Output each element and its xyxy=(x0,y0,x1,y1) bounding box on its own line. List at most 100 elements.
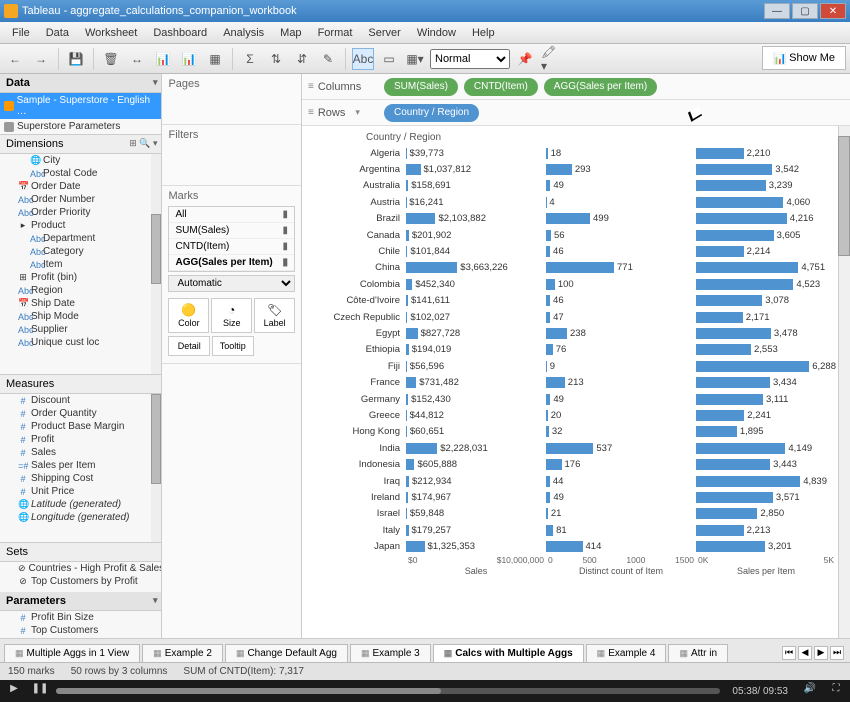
sheet-tab[interactable]: ▦Example 2 xyxy=(142,644,223,662)
table-row[interactable]: Chile$101,844462,214 xyxy=(306,243,836,259)
menu-server[interactable]: Server xyxy=(360,27,408,39)
table-row[interactable]: Iraq$212,934444,839 xyxy=(306,473,836,489)
measure-item[interactable]: #Profit xyxy=(0,433,161,446)
dimension-item[interactable]: AbcOrder Number xyxy=(0,193,161,206)
volume-button[interactable]: 🔊 xyxy=(800,683,820,699)
menu-dashboard[interactable]: Dashboard xyxy=(145,27,215,39)
tab-nav-button[interactable]: ⏮ xyxy=(782,646,796,660)
table-row[interactable]: Indonesia$605,8881763,443 xyxy=(306,456,836,472)
sort-button[interactable]: ⇅ xyxy=(265,48,287,70)
dimension-item[interactable]: AbcOrder Priority xyxy=(0,206,161,219)
back-button[interactable]: ← xyxy=(4,48,26,70)
tooltip-button[interactable]: Tooltip xyxy=(212,336,254,356)
table-row[interactable]: China$3,663,2267714,751 xyxy=(306,260,836,276)
sheet-tab[interactable]: ▦Multiple Aggs in 1 View xyxy=(4,644,140,662)
pause-button[interactable]: ❚❚ xyxy=(30,683,50,699)
undo-button[interactable]: 🗑 xyxy=(100,48,122,70)
label-toggle-button[interactable]: Abc xyxy=(352,48,374,70)
measure-item[interactable]: #Order Quantity xyxy=(0,407,161,420)
highlight-button[interactable]: ✎ xyxy=(317,48,339,70)
param-item[interactable]: #Top Customers xyxy=(0,624,161,637)
show-me-button[interactable]: Show Me xyxy=(762,46,846,70)
menu-format[interactable]: Format xyxy=(310,27,361,39)
set-item[interactable]: ⊘Top Customers by Profit xyxy=(0,575,161,588)
column-pill[interactable]: AGG(Sales per Item) xyxy=(544,78,657,96)
video-track[interactable] xyxy=(56,688,720,694)
mark-type-select[interactable]: Automatic xyxy=(168,275,295,292)
presentation-button[interactable]: ▭ xyxy=(378,48,400,70)
pin-button[interactable]: 📌 xyxy=(514,48,536,70)
table-row[interactable]: Ethiopia$194,019762,553 xyxy=(306,342,836,358)
table-row[interactable]: Canada$201,902563,605 xyxy=(306,227,836,243)
label-button[interactable]: 🏷Label xyxy=(254,298,295,333)
dimension-item[interactable]: ⊞Profit (bin) xyxy=(0,271,161,284)
table-row[interactable]: Argentina$1,037,8122933,542 xyxy=(306,161,836,177)
dimension-item[interactable]: 📅Order Date xyxy=(0,180,161,193)
tab-nav-button[interactable]: ▶ xyxy=(814,646,828,660)
menu-help[interactable]: Help xyxy=(464,27,503,39)
sheet-tab[interactable]: ▦Example 3 xyxy=(350,644,431,662)
table-row[interactable]: Brazil$2,103,8824994,216 xyxy=(306,211,836,227)
datasource-active[interactable]: Sample - Superstore - English … xyxy=(0,93,161,119)
dimension-item[interactable]: AbcCategory xyxy=(0,245,161,258)
dimension-item[interactable]: AbcPostal Code xyxy=(0,167,161,180)
detail-button[interactable]: Detail xyxy=(168,336,210,356)
rows-shelf[interactable]: ≡Rows▾ Country / Region xyxy=(302,100,850,126)
table-row[interactable]: Fiji$56,59696,288 xyxy=(306,358,836,374)
dimension-item[interactable]: AbcShip Mode xyxy=(0,310,161,323)
column-pill[interactable]: CNTD(Item) xyxy=(464,78,538,96)
table-row[interactable]: Greece$44,812202,241 xyxy=(306,407,836,423)
columns-shelf[interactable]: ≡Columns SUM(Sales) CNTD(Item) AGG(Sales… xyxy=(302,74,850,100)
menu-window[interactable]: Window xyxy=(409,27,464,39)
highlight2-button[interactable]: 🖍▾ xyxy=(540,48,562,70)
param-item[interactable]: #Profit Bin Size xyxy=(0,611,161,624)
close-button[interactable]: ✕ xyxy=(820,3,846,19)
dimension-item[interactable]: AbcDepartment xyxy=(0,232,161,245)
dimension-item[interactable]: ▸Product xyxy=(0,219,161,232)
column-pill[interactable]: SUM(Sales) xyxy=(384,78,458,96)
table-row[interactable]: Israel$59,848212,850 xyxy=(306,506,836,522)
menu-file[interactable]: File xyxy=(4,27,38,39)
fit-dropdown[interactable]: ▦▾ xyxy=(404,48,426,70)
totals-button[interactable]: Σ xyxy=(239,48,261,70)
marks-tab[interactable]: SUM(Sales)▮ xyxy=(169,223,294,239)
table-row[interactable]: Japan$1,325,3534143,201 xyxy=(306,538,836,554)
measure-item[interactable]: 🌐Longitude (generated) xyxy=(0,511,161,524)
table-row[interactable]: Austria$16,24144,060 xyxy=(306,194,836,210)
dimension-item[interactable]: 🌐City xyxy=(0,154,161,167)
fullscreen-button[interactable]: ⛶ xyxy=(826,683,846,699)
dimension-item[interactable]: AbcItem xyxy=(0,258,161,271)
table-row[interactable]: Algeria$39,773182,210 xyxy=(306,145,836,161)
viz-body[interactable]: Country / Region Algeria$39,773182,210Ar… xyxy=(302,126,850,638)
save-button[interactable]: 💾 xyxy=(65,48,87,70)
table-row[interactable]: Ireland$174,967493,571 xyxy=(306,489,836,505)
marks-tab[interactable]: CNTD(Item)▮ xyxy=(169,239,294,255)
menu-map[interactable]: Map xyxy=(272,27,309,39)
measure-item[interactable]: #Discount xyxy=(0,394,161,407)
filters-shelf[interactable]: Filters xyxy=(162,125,301,186)
group-button[interactable]: ▦ xyxy=(204,48,226,70)
sheet-tab[interactable]: ▦Calcs with Multiple Aggs xyxy=(433,644,584,662)
table-row[interactable]: Italy$179,257812,213 xyxy=(306,522,836,538)
measure-item[interactable]: #Sales xyxy=(0,446,161,459)
maximize-button[interactable]: ▢ xyxy=(792,3,818,19)
sheet-tab[interactable]: ▦Example 4 xyxy=(586,644,667,662)
fit-select[interactable]: Normal xyxy=(430,49,510,69)
table-row[interactable]: Côte-d'Ivoire$141,611463,078 xyxy=(306,293,836,309)
table-row[interactable]: Hong Kong$60,651321,895 xyxy=(306,424,836,440)
marks-tab[interactable]: All▮ xyxy=(169,207,294,223)
swap-button[interactable]: ↔ xyxy=(126,48,148,70)
measure-item[interactable]: #Unit Price xyxy=(0,485,161,498)
sheet-tab[interactable]: ▦Change Default Agg xyxy=(225,644,348,662)
table-row[interactable]: Egypt$827,7282383,478 xyxy=(306,325,836,341)
sheet-tab[interactable]: ▦Attr in xyxy=(668,644,728,662)
tab-nav-button[interactable]: ⏭ xyxy=(830,646,844,660)
minimize-button[interactable]: — xyxy=(764,3,790,19)
play-button[interactable]: ▶ xyxy=(4,683,24,699)
table-row[interactable]: India$2,228,0315374,149 xyxy=(306,440,836,456)
sort2-button[interactable]: ⇵ xyxy=(291,48,313,70)
table-row[interactable]: Australia$158,691493,239 xyxy=(306,178,836,194)
viz-scrollbar[interactable] xyxy=(838,126,850,638)
measure-item[interactable]: 🌐Latitude (generated) xyxy=(0,498,161,511)
sort-asc-button[interactable]: 📊 xyxy=(152,48,174,70)
